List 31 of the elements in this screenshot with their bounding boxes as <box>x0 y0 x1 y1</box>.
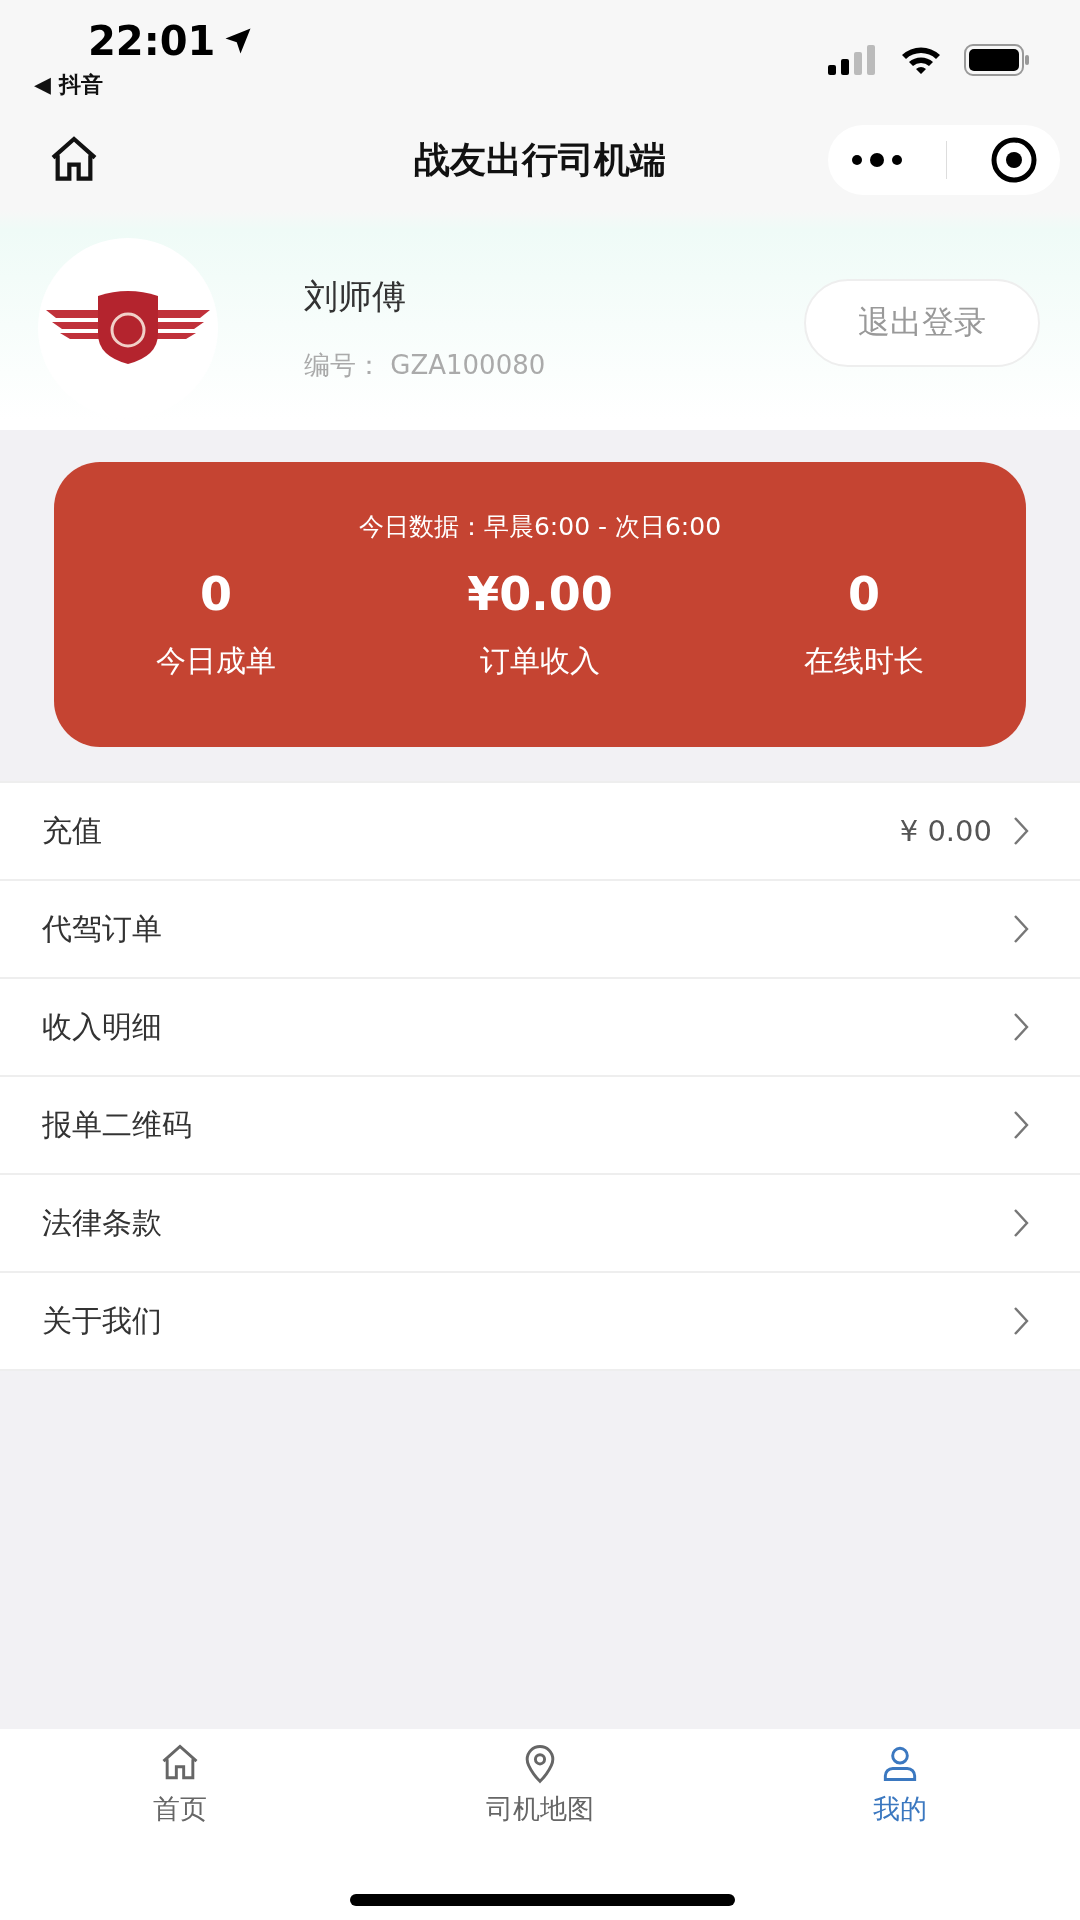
balance-value: ¥ 0.00 <box>899 814 992 848</box>
stats-caption: 今日数据：早晨6:00 - 次日6:00 <box>358 511 722 543</box>
tab-bar-item[interactable]: 我的 <box>720 1729 1080 1839</box>
stat-value: 0 <box>200 567 232 621</box>
tab-bar-item[interactable]: 首页 <box>0 1729 360 1839</box>
chevron-right-icon <box>1012 1109 1030 1141</box>
stat-value: 0 <box>848 567 880 621</box>
signal-icon <box>828 45 878 75</box>
stat-value: ¥0.00 <box>467 567 613 621</box>
stat-label: 今日成单 <box>156 642 276 680</box>
menu-label: 法律条款 <box>42 1203 163 1242</box>
menu-label: 关于我们 <box>42 1301 163 1340</box>
driver-name: 刘师傅 <box>304 274 407 318</box>
back-to-app-link[interactable]: ◀ 抖音 <box>34 70 254 100</box>
menu-label: 收入明细 <box>42 1007 163 1046</box>
chevron-right-icon <box>1012 1207 1030 1239</box>
tab-bar-item[interactable]: 司机地图 <box>360 1729 720 1839</box>
chevron-right-icon <box>1012 1305 1030 1337</box>
chevron-right-icon <box>1012 1011 1030 1043</box>
chevron-right-icon <box>1012 913 1030 945</box>
stat-label: 订单收入 <box>480 642 600 680</box>
menu-label: 代驾订单 <box>42 909 163 948</box>
chevron-right-icon <box>1012 815 1030 847</box>
wifi-icon <box>900 45 942 75</box>
driver-id: 编号： GZA100080 <box>304 348 547 382</box>
battery-icon <box>964 44 1030 76</box>
menu-label: 充值 <box>42 811 103 850</box>
stat-label: 在线时长 <box>804 642 924 680</box>
menu-label: 报单二维码 <box>42 1105 193 1144</box>
status-time: 22:01 <box>88 18 216 64</box>
page-title: 战友出行司机端 <box>414 138 666 180</box>
